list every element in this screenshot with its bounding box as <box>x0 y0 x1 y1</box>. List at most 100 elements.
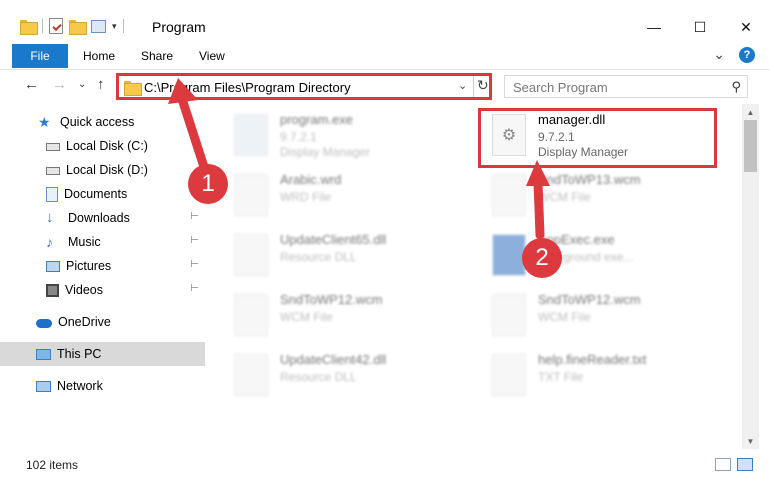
step-2-badge: 2 <box>522 238 562 278</box>
file-type: Resource DLL <box>280 250 357 264</box>
address-path[interactable]: C:\Program Files\Program Directory <box>144 80 351 95</box>
nav-item-label: Documents <box>64 187 128 201</box>
pin-icon[interactable]: ⊢ <box>190 211 199 222</box>
folder-icon[interactable] <box>20 19 38 35</box>
nav-item-local-disk-d[interactable]: Local Disk (D:) <box>0 158 205 182</box>
music-icon: ♪ <box>46 234 53 250</box>
cloud-icon <box>36 319 52 328</box>
nav-item-onedrive[interactable]: OneDrive <box>0 310 205 334</box>
minimize-button[interactable]: — <box>631 14 677 40</box>
title-bar: ▾ Program — ☐ ✕ <box>0 0 769 40</box>
view-properties-icon[interactable] <box>91 19 106 33</box>
tab-view[interactable]: View <box>199 49 225 63</box>
tiles-view-icon[interactable] <box>737 458 753 471</box>
pin-icon[interactable]: ⊢ <box>190 259 199 270</box>
up-arrow-icon[interactable]: ↑ <box>97 76 105 93</box>
nav-item-network[interactable]: Network <box>0 374 205 398</box>
window-title: Program <box>152 19 206 35</box>
file-name: UpdateClient65.dll <box>280 232 387 247</box>
nav-item-documents[interactable]: Documents ⊢ <box>0 182 205 206</box>
nav-item-label: Videos <box>65 283 103 297</box>
nav-item-label: Downloads <box>68 211 130 225</box>
nav-item-this-pc[interactable]: This PC <box>0 342 205 366</box>
file-version: 9.7.2.1 <box>280 130 317 144</box>
dll-gear-file-icon <box>234 354 268 396</box>
computer-icon <box>36 348 51 360</box>
file-type: Resource DLL <box>280 370 357 384</box>
vertical-scrollbar[interactable]: ▲ ▼ <box>742 104 759 449</box>
nav-item-label: Local Disk (D:) <box>66 163 148 177</box>
nav-item-local-disk-c[interactable]: Local Disk (C:) <box>0 134 205 158</box>
file-item[interactable]: AppExec.exe background exe... <box>478 228 718 286</box>
tab-home[interactable]: Home <box>83 49 115 63</box>
file-item[interactable]: Arabic.wrd WRD File <box>220 168 460 226</box>
file-item[interactable]: UpdateClient42.dll Resource DLL <box>220 348 460 406</box>
file-item[interactable]: help.fineReader.txt TXT File <box>478 348 718 406</box>
address-dropdown-icon[interactable]: ⌄ <box>458 79 467 92</box>
maximize-button[interactable]: ☐ <box>677 14 723 40</box>
file-name: help.fineReader.txt <box>538 352 647 367</box>
file-type: WCM File <box>538 190 591 204</box>
dll-gear-file-icon <box>234 234 268 276</box>
nav-item-music[interactable]: ♪ Music ⊢ <box>0 230 205 254</box>
file-type: WCM File <box>538 310 591 324</box>
address-divider <box>473 76 474 97</box>
recent-locations-chevron-icon[interactable]: ⌄ <box>78 79 86 90</box>
generic-file-icon <box>234 294 268 336</box>
search-icon[interactable]: ⚲ <box>731 79 741 95</box>
nav-item-label: Pictures <box>66 259 112 273</box>
customize-toolbar-dropdown-icon[interactable]: ▾ <box>112 21 117 32</box>
downloads-icon: ↓ <box>46 209 54 226</box>
text-file-icon <box>492 354 526 396</box>
nav-item-label: This PC <box>57 347 102 361</box>
videos-icon <box>46 283 59 297</box>
scroll-thumb[interactable] <box>744 120 757 172</box>
file-name: SndToWP12.wcm <box>538 292 641 307</box>
highlight-box <box>478 108 717 168</box>
toolbar-divider <box>42 19 43 33</box>
file-name: UpdateClient42.dll <box>280 352 387 367</box>
quick-access-toolbar: ▾ <box>20 17 124 35</box>
search-placeholder[interactable]: Search Program <box>513 80 608 95</box>
nav-item-downloads[interactable]: ↓ Downloads ⊢ <box>0 206 205 230</box>
generic-file-icon <box>492 174 526 216</box>
navigation-pane: ★ Quick access Local Disk (C:) Local Dis… <box>0 104 210 449</box>
file-name: SndToWP13.wcm <box>538 172 641 187</box>
status-bar: 102 items <box>0 452 769 476</box>
file-item[interactable]: SndToWP12.wcm WCM File <box>220 288 460 346</box>
network-icon <box>36 380 51 392</box>
tab-file[interactable]: File <box>12 44 68 68</box>
help-icon[interactable]: ? <box>739 46 755 63</box>
pin-icon[interactable]: ⊢ <box>190 235 199 246</box>
expand-ribbon-icon[interactable]: ⌄ <box>713 46 725 63</box>
file-name: SndToWP12.wcm <box>280 292 383 307</box>
details-view-icon[interactable] <box>715 458 731 471</box>
close-button[interactable]: ✕ <box>723 14 769 40</box>
search-input[interactable]: Search Program ⚲ <box>504 75 748 98</box>
tab-share[interactable]: Share <box>141 49 173 63</box>
file-type: WCM File <box>280 310 333 324</box>
scroll-up-icon[interactable]: ▲ <box>742 104 759 120</box>
refresh-icon[interactable]: ↻ <box>477 77 489 94</box>
new-folder-icon[interactable] <box>69 19 87 35</box>
file-item[interactable]: UpdateClient65.dll Resource DLL <box>220 228 460 286</box>
address-bar[interactable]: C:\Program Files\Program Directory ⌄ ↻ <box>116 73 492 100</box>
properties-check-icon[interactable] <box>49 18 63 34</box>
back-arrow-icon[interactable]: ← <box>24 76 39 93</box>
nav-item-videos[interactable]: Videos ⊢ <box>0 278 205 302</box>
file-item[interactable]: SndToWP13.wcm WCM File <box>478 168 718 226</box>
file-item-program-exe[interactable]: program.exe 9.7.2.1 Display Manager <box>220 108 460 166</box>
nav-item-pictures[interactable]: Pictures ⊢ <box>0 254 205 278</box>
file-name: Arabic.wrd <box>280 172 342 187</box>
nav-item-label: Network <box>57 379 103 393</box>
generic-file-icon <box>492 294 526 336</box>
forward-arrow-icon[interactable]: → <box>52 76 67 93</box>
ribbon-tabs: File Home Share View ⌄ ? <box>0 40 769 70</box>
file-item[interactable]: SndToWP12.wcm WCM File <box>478 288 718 346</box>
pictures-icon <box>46 260 60 272</box>
exe-file-icon <box>492 234 526 276</box>
nav-item-quick-access[interactable]: ★ Quick access <box>0 110 205 134</box>
scroll-down-icon[interactable]: ▼ <box>742 433 759 449</box>
nav-item-label: Local Disk (C:) <box>66 139 148 153</box>
pin-icon[interactable]: ⊢ <box>190 283 199 294</box>
